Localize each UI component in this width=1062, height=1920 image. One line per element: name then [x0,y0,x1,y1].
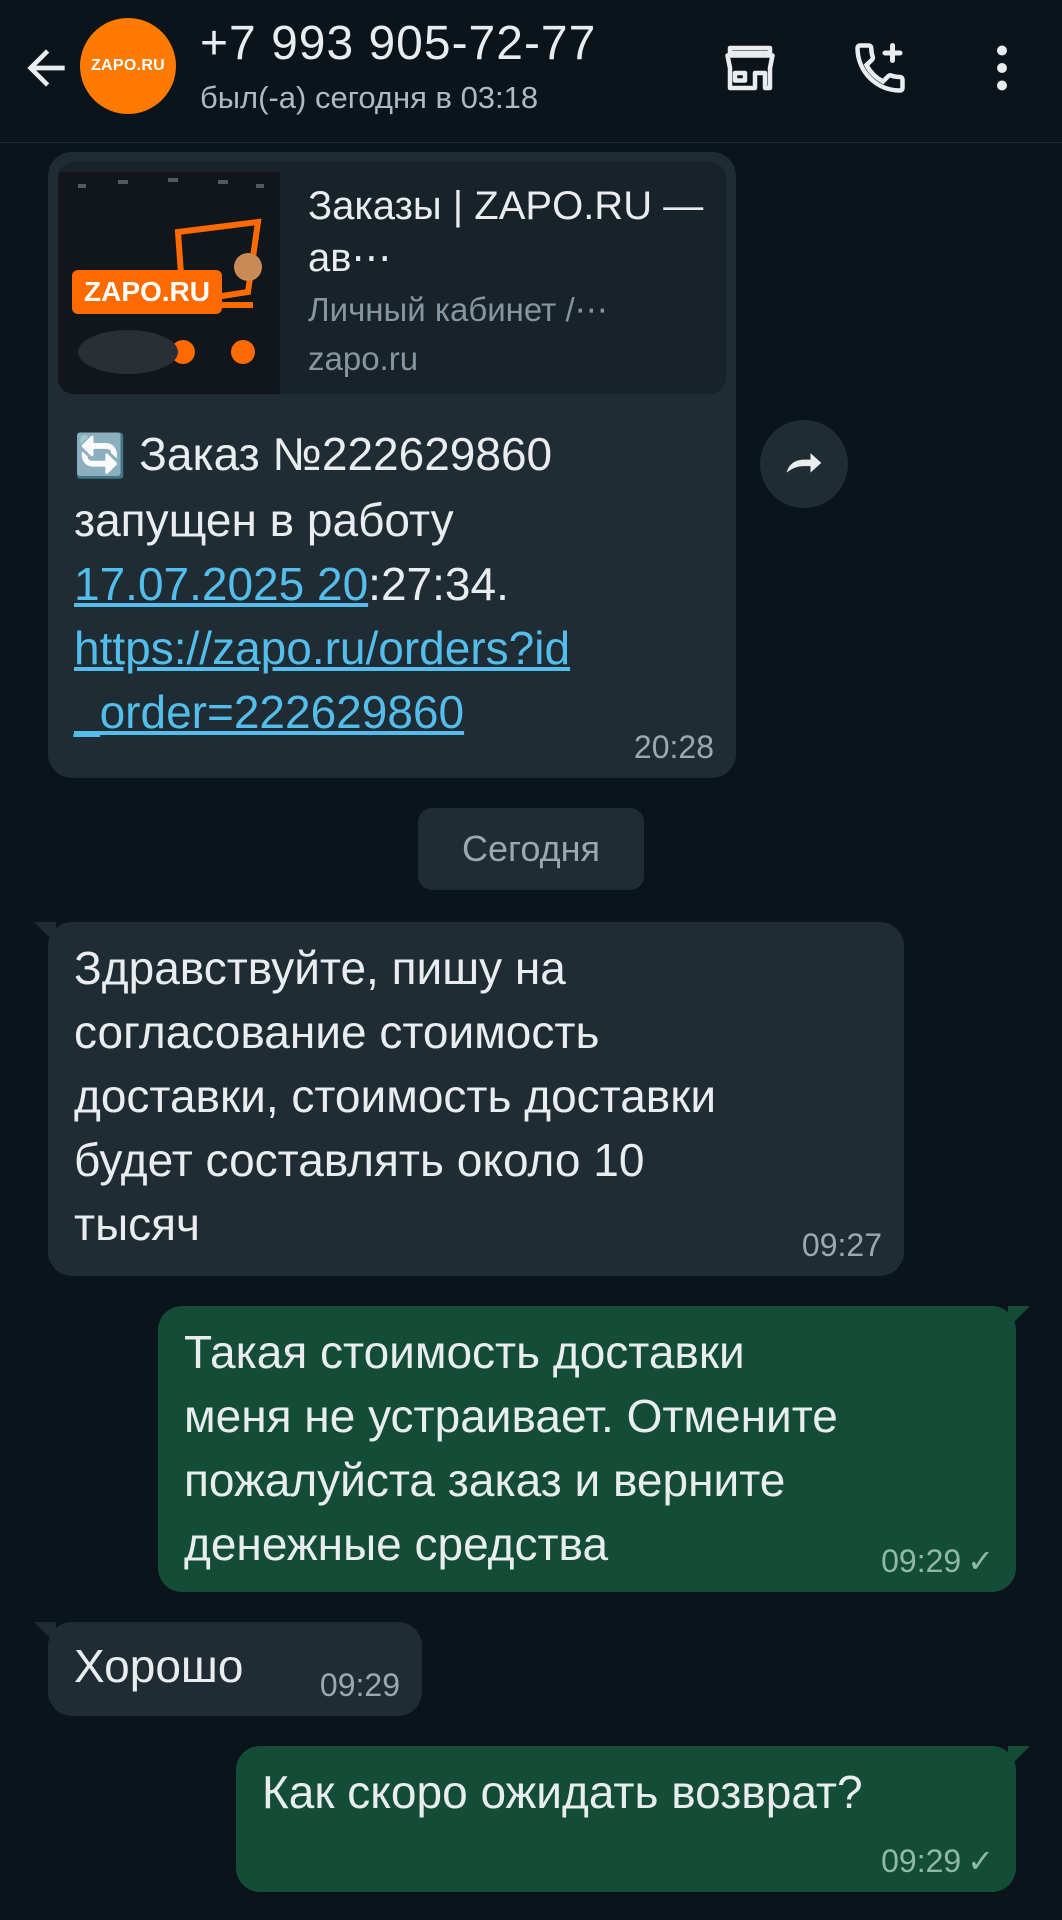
message-bubble-outgoing[interactable]: Такая стоимость доставки меня не устраив… [158,1306,1030,1592]
message-time: 20:28 [633,729,714,765]
thumbnail-logo: ZAPO.RU [72,270,222,314]
bubble-tail [1008,1746,1030,1768]
message-text: Здравствуйте, пишу на согласование стоим… [74,942,717,1250]
link-preview-card[interactable]: ZAPO.RU Заказы | ZAPO.RU — ав⋯ Личный ка… [58,162,726,394]
message-time: 09:29 [881,1842,962,1879]
message-text-part: Заказ №222629860 запущен в работу [74,428,553,546]
message-meta: 20:28 [634,729,714,766]
sync-emoji-icon: 🔄 [74,432,127,479]
message-bubble-incoming[interactable]: Хорошо 09:29 [34,1622,422,1716]
link-preview-domain: zapo.ru [308,340,419,377]
message-bubble-incoming[interactable]: Здравствуйте, пишу на согласование стоим… [34,922,904,1276]
sent-check-icon: ✓ [967,1843,994,1879]
forward-icon [786,453,822,473]
message-time: 09:29 [319,1667,400,1703]
add-call-icon[interactable] [850,38,910,98]
more-options-icon[interactable] [972,38,1032,98]
message-text: 🔄 Заказ №222629860 запущен в работу 17.0… [74,422,714,744]
message-text: Хорошо [74,1640,244,1692]
link-preview-thumbnail: ZAPO.RU [58,172,280,394]
chat-header: ZAPO.RU +7 993 905-72-77 был(-а) сегодня… [0,0,1062,143]
message-meta: 09:29 ✓ [881,1542,994,1580]
message-meta: 09:27 [802,1227,882,1264]
shop-icon[interactable] [720,38,780,98]
last-seen-status: был(-а) сегодня в 03:18 [200,80,539,115]
message-meta: 09:29 ✓ [881,1842,994,1880]
avatar[interactable]: ZAPO.RU [80,18,176,114]
message-meta: 09:29 [320,1667,400,1704]
bubble-tail [34,1622,56,1644]
link-preview-title: Заказы | ZAPO.RU — ав⋯ [308,184,704,280]
message-text: Такая стоимость доставки меня не устраив… [184,1326,838,1570]
message-text: Как скоро ожидать возврат? [262,1766,863,1818]
link-preview-description: Личный кабинет /⋯ [308,291,608,328]
contact-name[interactable]: +7 993 905-72-77 [200,16,596,71]
date-separator: Сегодня [418,808,644,890]
message-bubble-incoming[interactable]: ZAPO.RU Заказы | ZAPO.RU — ав⋯ Личный ка… [48,152,736,778]
back-arrow-icon[interactable] [18,40,74,96]
sent-check-icon: ✓ [967,1543,994,1579]
order-url-link[interactable]: https://zapo.ru/orders?id _order=2226298… [74,622,570,738]
date-link[interactable]: 17.07.2025 20 [74,558,368,610]
message-text-part: :27:34. [368,558,509,610]
message-bubble-outgoing[interactable]: Как скоро ожидать возврат? 09:29 ✓ [236,1746,1030,1892]
message-time: 09:27 [801,1227,882,1263]
avatar-label: ZAPO.RU [90,57,166,74]
bubble-tail [1008,1306,1030,1328]
message-time: 09:29 [881,1542,962,1579]
forward-button[interactable] [760,420,848,508]
bubble-tail [34,922,56,944]
